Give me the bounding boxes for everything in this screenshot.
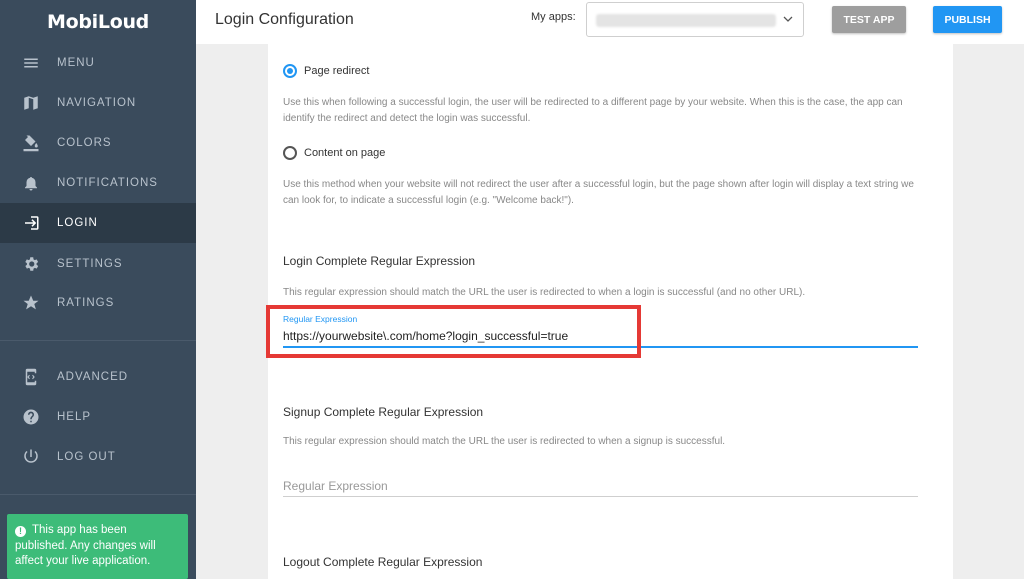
- page-redirect-help: Use this when following a successful log…: [283, 97, 903, 124]
- sidebar-item-label: NOTIFICATIONS: [57, 177, 158, 189]
- published-notice-text: This app has been published. Any changes…: [15, 524, 156, 567]
- star-icon: [20, 293, 42, 313]
- info-icon: !: [15, 526, 26, 537]
- sidebar-item-notifications[interactable]: NOTIFICATIONS: [0, 163, 196, 203]
- sidebar-item-label: LOG OUT: [57, 451, 116, 463]
- publish-button[interactable]: PUBLISH: [933, 6, 1002, 33]
- sidebar-item-label: ADVANCED: [57, 371, 129, 383]
- sidebar-item-menu[interactable]: MENU: [0, 43, 196, 83]
- page-title: Login Configuration: [215, 11, 354, 28]
- login-icon: [20, 213, 42, 233]
- published-notice: ! This app has been published. Any change…: [7, 514, 188, 579]
- signup-regex-help: This regular expression should match the…: [283, 436, 726, 447]
- sidebar-item-logout[interactable]: LOG OUT: [0, 437, 196, 477]
- logout-regex-title: Logout Complete Regular Expression: [283, 555, 483, 569]
- content-on-page-help: Use this method when your website will n…: [283, 179, 914, 206]
- sidebar-item-advanced[interactable]: ADVANCED: [0, 357, 196, 397]
- sidebar-divider: [0, 494, 196, 495]
- paint-bucket-icon: [20, 133, 42, 153]
- sidebar-item-login[interactable]: LOGIN: [0, 203, 196, 243]
- page-redirect-label[interactable]: Page redirect: [304, 65, 369, 77]
- selected-app-value: [596, 14, 776, 27]
- map-icon: [20, 93, 42, 113]
- login-regex-help: This regular expression should match the…: [283, 287, 806, 298]
- sidebar-item-label: SETTINGS: [57, 258, 123, 270]
- power-icon: [20, 447, 42, 467]
- sidebar-item-label: MENU: [57, 57, 95, 69]
- sidebar-item-help[interactable]: HELP: [0, 397, 196, 437]
- bell-icon: [20, 173, 42, 193]
- sidebar-item-label: RATINGS: [57, 297, 115, 309]
- sidebar-item-label: HELP: [57, 411, 92, 423]
- chevron-down-icon: [783, 16, 793, 22]
- signup-regex-input[interactable]: Regular Expression: [283, 479, 388, 493]
- sidebar-item-navigation[interactable]: NAVIGATION: [0, 83, 196, 123]
- brand-logo[interactable]: MobiLoud: [0, 0, 196, 44]
- content-on-page-radio[interactable]: [283, 146, 297, 160]
- content-on-page-label[interactable]: Content on page: [304, 147, 385, 159]
- help-icon: [20, 407, 42, 427]
- developer-mode-icon: [20, 367, 42, 387]
- login-regex-title: Login Complete Regular Expression: [283, 254, 476, 268]
- sidebar-divider: [0, 340, 196, 341]
- signup-regex-underline: [283, 496, 918, 497]
- page-redirect-radio[interactable]: [283, 64, 297, 78]
- signup-regex-title: Signup Complete Regular Expression: [283, 405, 484, 419]
- sidebar-item-colors[interactable]: COLORS: [0, 123, 196, 163]
- sidebar-item-ratings[interactable]: RATINGS: [0, 283, 196, 323]
- sidebar: MobiLoud MENU NAVIGATION COLORS NOTIFICA…: [0, 0, 196, 579]
- top-bar: Login Configuration My apps: TEST APP PU…: [196, 0, 1024, 44]
- sidebar-item-settings[interactable]: SETTINGS: [0, 244, 196, 284]
- my-apps-label: My apps:: [531, 11, 576, 23]
- menu-icon: [20, 53, 42, 73]
- test-app-button[interactable]: TEST APP: [832, 6, 906, 33]
- gear-icon: [20, 254, 42, 274]
- my-apps-select[interactable]: [586, 2, 804, 37]
- highlight-box: [266, 305, 641, 358]
- sidebar-item-label: NAVIGATION: [57, 97, 137, 109]
- sidebar-item-label: COLORS: [57, 137, 112, 149]
- sidebar-item-label: LOGIN: [57, 217, 98, 229]
